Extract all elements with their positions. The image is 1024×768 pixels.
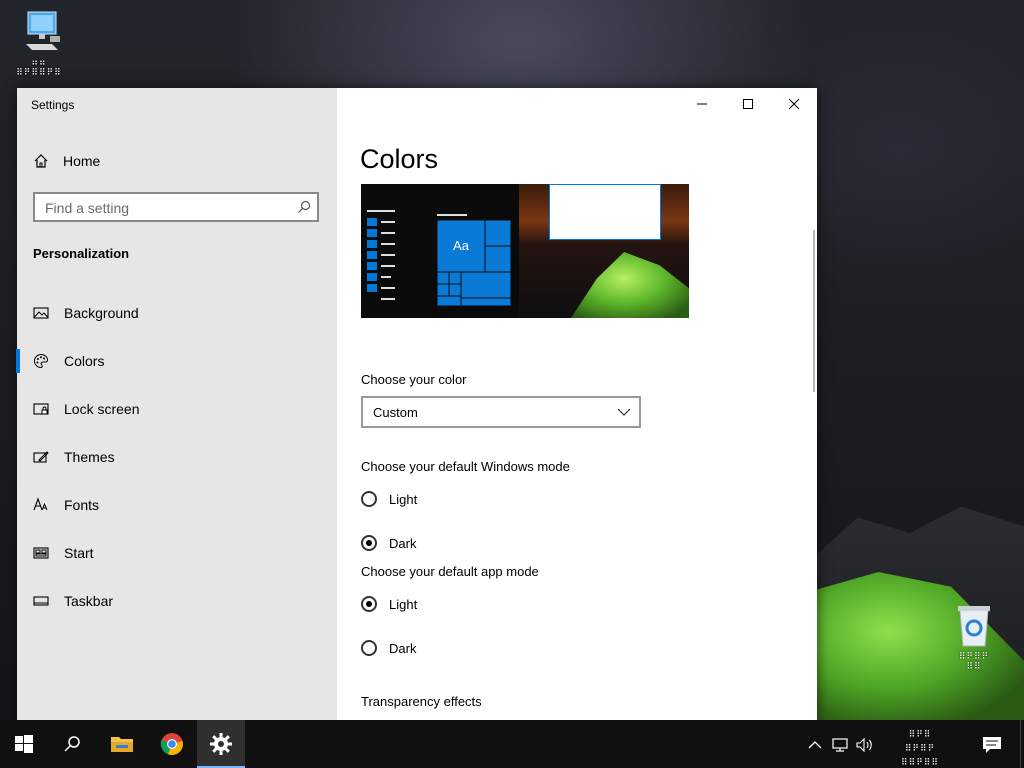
radio-circle[interactable] xyxy=(361,491,377,507)
radio-label: Light xyxy=(389,596,418,612)
settings-window: Settings Home Find a setting Personaliza… xyxy=(16,88,817,720)
preview-sample-text: Aa xyxy=(453,238,469,253)
computer-icon xyxy=(26,11,60,50)
windows-logo-icon xyxy=(15,735,33,753)
sidebar-item-label: Background xyxy=(64,305,139,321)
home-icon xyxy=(34,154,48,168)
close-button[interactable] xyxy=(771,94,817,114)
color-preview: Aa xyxy=(361,184,689,318)
notifications-icon[interactable] xyxy=(982,736,1002,754)
home-button[interactable]: Home xyxy=(33,150,100,172)
radio-circle-selected[interactable] xyxy=(361,535,377,551)
search-button[interactable] xyxy=(48,720,96,768)
image-icon xyxy=(33,307,49,319)
windows-mode-label: Choose your default Windows mode xyxy=(361,459,570,474)
windows-mode-light-radio[interactable]: Light xyxy=(361,488,417,510)
radio-circle[interactable] xyxy=(361,640,377,656)
sidebar-item-lock-screen[interactable]: Lock screen xyxy=(17,389,337,429)
radio-circle-selected[interactable] xyxy=(361,596,377,612)
preview-start-menu xyxy=(367,210,395,300)
volume-icon[interactable] xyxy=(856,738,874,752)
sidebar-item-label: Start xyxy=(64,545,94,561)
chevron-up-icon[interactable] xyxy=(808,740,822,750)
recycle-bin-icon xyxy=(958,606,990,647)
page-title: Colors xyxy=(360,144,439,174)
selection-indicator xyxy=(16,349,20,373)
radio-label: Dark xyxy=(389,640,417,656)
palette-icon xyxy=(34,353,49,369)
file-explorer-button[interactable] xyxy=(98,720,146,768)
sidebar-item-label: Themes xyxy=(64,449,115,465)
settings-taskbar-button[interactable] xyxy=(197,720,245,768)
show-desktop-button[interactable] xyxy=(1020,720,1024,768)
preview-window xyxy=(549,184,661,240)
desktop-icon-recycle-bin[interactable]: ⠿⠟⠿⠟ ⠿⠿ xyxy=(942,600,1006,678)
chrome-button[interactable] xyxy=(148,720,196,768)
section-heading: Personalization xyxy=(33,246,130,261)
desktop-icon-label: ⠶⠶ ⠿⠟⠿⠿⠟⠿ xyxy=(16,58,62,78)
clock[interactable]: ⠿⠟⠿ ⠿⠟⠿⠟ ⠿⠿⠟⠿⠿ xyxy=(886,728,954,768)
preview-menu-title-bar xyxy=(437,214,467,216)
home-label: Home xyxy=(63,153,101,169)
lock-screen-icon xyxy=(33,403,49,415)
windows-mode-dark-radio[interactable]: Dark xyxy=(361,532,416,554)
dropdown-value: Custom xyxy=(373,405,418,420)
sidebar-item-label: Lock screen xyxy=(64,401,140,417)
gear-icon xyxy=(210,733,232,755)
app-mode-dark-radio[interactable]: Dark xyxy=(361,637,416,659)
search-icon xyxy=(64,736,80,752)
fonts-icon xyxy=(33,497,48,511)
network-icon[interactable] xyxy=(832,738,848,752)
maximize-icon xyxy=(743,99,753,109)
sidebar-item-label: Colors xyxy=(64,353,105,369)
sidebar-item-taskbar[interactable]: Taskbar xyxy=(17,581,337,621)
window-title: Settings xyxy=(31,98,75,112)
start-button[interactable] xyxy=(0,720,48,768)
search-placeholder: Find a setting xyxy=(45,200,130,216)
close-icon xyxy=(788,98,800,110)
choose-color-label: Choose your color xyxy=(361,372,467,387)
transparency-label: Transparency effects xyxy=(361,694,482,709)
search-icon[interactable] xyxy=(297,200,311,214)
desktop-icon-this-pc[interactable]: ⠶⠶ ⠿⠟⠿⠿⠟⠿ xyxy=(4,8,74,82)
sidebar-item-colors[interactable]: Colors xyxy=(16,341,337,381)
sidebar: Settings Home Find a setting Personaliza… xyxy=(16,88,337,720)
chevron-down-icon xyxy=(617,408,631,416)
search-input[interactable]: Find a setting xyxy=(33,192,319,222)
scrollbar-thumb[interactable] xyxy=(813,230,815,392)
preview-tiles xyxy=(437,220,511,306)
sidebar-item-fonts[interactable]: Fonts xyxy=(17,485,337,525)
color-dropdown[interactable]: Custom xyxy=(361,396,641,428)
chrome-icon xyxy=(160,733,183,756)
desktop-icon-label: ⠿⠟⠿⠟ ⠿⠿ xyxy=(958,652,990,672)
radio-label: Light xyxy=(389,491,418,507)
app-mode-label: Choose your default app mode xyxy=(361,564,539,579)
maximize-button[interactable] xyxy=(725,94,771,114)
sidebar-item-start[interactable]: Start xyxy=(17,533,337,573)
themes-icon xyxy=(33,451,49,463)
minimize-button[interactable] xyxy=(679,94,725,114)
taskbar: ⠿⠟⠿ ⠿⠟⠿⠟ ⠿⠿⠟⠿⠿ xyxy=(0,720,1024,768)
content-pane: Colors Aa Choose your color Custom Choos… xyxy=(337,88,817,720)
app-mode-light-radio[interactable]: Light xyxy=(361,593,417,615)
taskbar-icon xyxy=(33,596,49,606)
folder-icon xyxy=(111,737,133,752)
minimize-icon xyxy=(697,103,707,105)
radio-label: Dark xyxy=(389,535,417,551)
sidebar-item-label: Fonts xyxy=(64,497,100,513)
sidebar-item-label: Taskbar xyxy=(64,593,114,609)
start-icon xyxy=(33,547,49,559)
sidebar-item-themes[interactable]: Themes xyxy=(17,437,337,477)
sidebar-item-background[interactable]: Background xyxy=(17,293,337,333)
